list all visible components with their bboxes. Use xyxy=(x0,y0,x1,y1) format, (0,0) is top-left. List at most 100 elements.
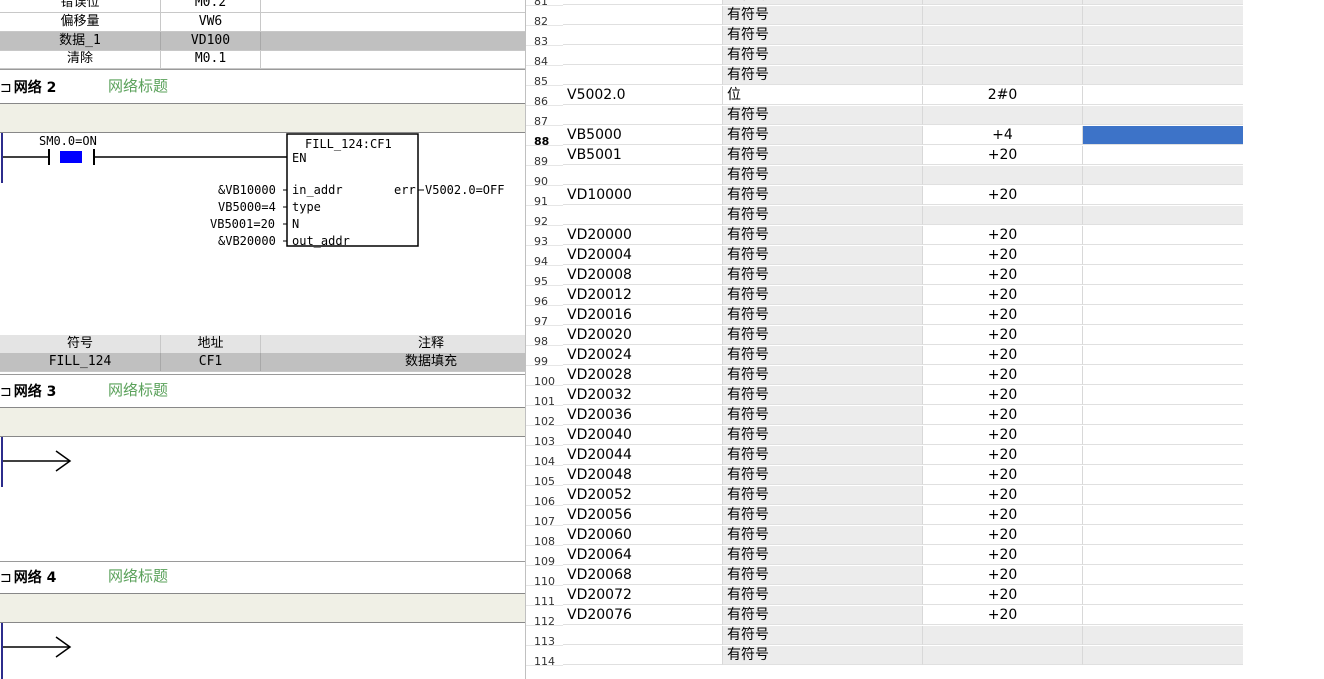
format-cell[interactable]: 有符号 xyxy=(723,386,923,405)
address-cell[interactable] xyxy=(563,46,723,65)
new-value-cell[interactable] xyxy=(1083,146,1243,165)
network-title[interactable]: 网络标题 xyxy=(108,566,168,586)
status-chart-row[interactable]: 106 VD20052 有符号 +20 xyxy=(526,486,1243,506)
address-cell[interactable] xyxy=(563,626,723,645)
status-chart-row[interactable]: 85 有符号 xyxy=(526,66,1243,86)
format-cell[interactable]: 有符号 xyxy=(723,146,923,165)
address-cell[interactable] xyxy=(563,206,723,225)
address-cell[interactable]: VD10000 xyxy=(563,186,723,205)
address-cell[interactable]: VD20004 xyxy=(563,246,723,265)
address-cell[interactable]: VD20000 xyxy=(563,226,723,245)
format-cell[interactable]: 有符号 xyxy=(723,226,923,245)
new-value-cell[interactable] xyxy=(1083,106,1243,125)
new-value-cell[interactable] xyxy=(1083,346,1243,365)
status-chart-row[interactable]: 91 VD10000 有符号 +20 xyxy=(526,186,1243,206)
format-cell[interactable]: 有符号 xyxy=(723,466,923,485)
format-cell[interactable]: 有符号 xyxy=(723,426,923,445)
status-chart-row[interactable]: 109 VD20064 有符号 +20 xyxy=(526,546,1243,566)
address-cell[interactable]: V5002.0 xyxy=(563,86,723,105)
address-cell[interactable]: VD20032 xyxy=(563,386,723,405)
address-cell[interactable] xyxy=(563,0,723,5)
status-chart-row[interactable]: 89 VB5001 有符号 +20 xyxy=(526,146,1243,166)
status-chart-row[interactable]: 90 有符号 xyxy=(526,166,1243,186)
new-value-cell[interactable] xyxy=(1083,526,1243,545)
new-value-cell[interactable] xyxy=(1083,566,1243,585)
format-cell[interactable]: 有符号 xyxy=(723,446,923,465)
new-value-cell[interactable] xyxy=(1083,446,1243,465)
format-cell[interactable]: 有符号 xyxy=(723,646,923,665)
new-value-cell[interactable] xyxy=(1083,406,1243,425)
format-cell[interactable]: 有符号 xyxy=(723,526,923,545)
status-chart-row[interactable]: 100 VD20028 有符号 +20 xyxy=(526,366,1243,386)
new-value-cell[interactable] xyxy=(1083,226,1243,245)
address-cell[interactable]: VD20036 xyxy=(563,406,723,425)
address-cell[interactable]: VD20076 xyxy=(563,606,723,625)
network-comment-box[interactable] xyxy=(0,407,525,437)
address-cell[interactable]: VD20072 xyxy=(563,586,723,605)
collapse-icon[interactable]: ⊐ xyxy=(0,80,12,96)
format-cell[interactable]: 有符号 xyxy=(723,326,923,345)
new-value-cell[interactable] xyxy=(1083,326,1243,345)
address-cell[interactable]: VB5001 xyxy=(563,146,723,165)
format-cell[interactable]: 有符号 xyxy=(723,586,923,605)
status-chart-row[interactable]: 86 V5002.0 位 2#0 xyxy=(526,86,1243,106)
new-value-cell[interactable] xyxy=(1083,266,1243,285)
format-cell[interactable]: 有符号 xyxy=(723,626,923,645)
new-value-cell[interactable] xyxy=(1083,466,1243,485)
new-value-cell[interactable] xyxy=(1083,206,1243,225)
new-value-cell[interactable] xyxy=(1083,486,1243,505)
symbol-row[interactable]: 错误位 M0.2 xyxy=(0,0,525,13)
new-value-cell[interactable] xyxy=(1083,126,1243,145)
address-cell[interactable]: VD20024 xyxy=(563,346,723,365)
format-cell[interactable]: 有符号 xyxy=(723,406,923,425)
address-cell[interactable]: VD20028 xyxy=(563,366,723,385)
status-chart-row[interactable]: 99 VD20024 有符号 +20 xyxy=(526,346,1243,366)
address-cell[interactable] xyxy=(563,26,723,45)
format-cell[interactable]: 有符号 xyxy=(723,606,923,625)
format-cell[interactable]: 有符号 xyxy=(723,346,923,365)
status-chart-row[interactable]: 102 VD20036 有符号 +20 xyxy=(526,406,1243,426)
address-cell[interactable]: VD20056 xyxy=(563,506,723,525)
format-cell[interactable]: 有符号 xyxy=(723,186,923,205)
empty-rung-arrow-icon[interactable] xyxy=(0,448,80,474)
status-chart-row[interactable]: 104 VD20044 有符号 +20 xyxy=(526,446,1243,466)
address-cell[interactable]: VB5000 xyxy=(563,126,723,145)
new-value-cell[interactable] xyxy=(1083,386,1243,405)
status-chart-row[interactable]: 82 有符号 xyxy=(526,6,1243,26)
status-chart-row[interactable]: 93 VD20000 有符号 +20 xyxy=(526,226,1243,246)
status-chart-row[interactable]: 107 VD20056 有符号 +20 xyxy=(526,506,1243,526)
status-chart-row[interactable]: 94 VD20004 有符号 +20 xyxy=(526,246,1243,266)
address-cell[interactable]: VD20068 xyxy=(563,566,723,585)
status-chart-row[interactable]: 113 有符号 xyxy=(526,626,1243,646)
new-value-cell[interactable] xyxy=(1083,426,1243,445)
address-cell[interactable]: VD20048 xyxy=(563,466,723,485)
format-cell[interactable]: 有符号 xyxy=(723,266,923,285)
status-chart-row[interactable]: 108 VD20060 有符号 +20 xyxy=(526,526,1243,546)
address-cell[interactable] xyxy=(563,66,723,85)
address-cell[interactable]: VD20040 xyxy=(563,426,723,445)
address-cell[interactable]: VD20020 xyxy=(563,326,723,345)
format-cell[interactable]: 有符号 xyxy=(723,506,923,525)
format-cell[interactable]: 有符号 xyxy=(723,46,923,65)
status-chart-row[interactable]: 87 有符号 xyxy=(526,106,1243,126)
address-cell[interactable]: VD20060 xyxy=(563,526,723,545)
address-cell[interactable]: VD20064 xyxy=(563,546,723,565)
new-value-cell[interactable] xyxy=(1083,646,1243,665)
new-value-cell[interactable] xyxy=(1083,606,1243,625)
network-4-header[interactable]: ⊐ 网络 4 xyxy=(0,568,56,588)
format-cell[interactable]: 有符号 xyxy=(723,486,923,505)
input-value[interactable]: &VB20000 xyxy=(218,234,276,248)
format-cell[interactable]: 有符号 xyxy=(723,6,923,25)
new-value-cell[interactable] xyxy=(1083,306,1243,325)
network-3-header[interactable]: ⊐ 网络 3 xyxy=(0,382,56,402)
format-cell[interactable]: 有符号 xyxy=(723,286,923,305)
status-chart-row[interactable]: 88 VB5000 有符号 +4 xyxy=(526,126,1243,146)
format-cell[interactable]: 有符号 xyxy=(723,546,923,565)
input-value[interactable]: VB5001=20 xyxy=(210,217,275,231)
input-value[interactable]: VB5000=4 xyxy=(218,200,276,214)
new-value-cell[interactable] xyxy=(1083,0,1243,5)
network-comment-box[interactable] xyxy=(0,593,525,623)
address-cell[interactable]: VD20044 xyxy=(563,446,723,465)
new-value-cell[interactable] xyxy=(1083,286,1243,305)
format-cell[interactable]: 有符号 xyxy=(723,66,923,85)
